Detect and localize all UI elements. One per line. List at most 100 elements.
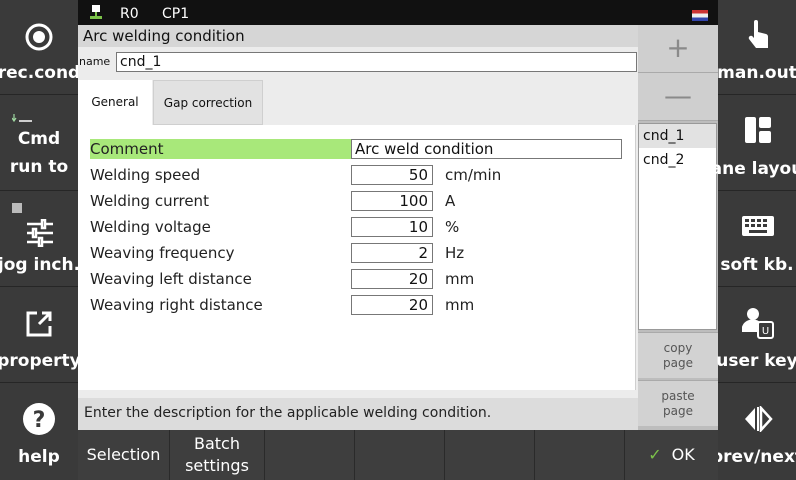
prev-next-label: prev/next <box>710 447 796 467</box>
pane-layout-label: ane layou <box>710 159 796 179</box>
ok-button[interactable]: ✓ OK <box>625 430 718 480</box>
language-flag-icon[interactable] <box>692 10 708 21</box>
welding-speed-label: Welding speed <box>90 166 201 184</box>
condition-list-panel: + — cnd_1 cnd_2 copy page paste page <box>638 25 718 430</box>
welding-voltage-row: Welding voltage 10 % <box>90 216 625 238</box>
paste-page-button[interactable]: paste page <box>638 380 718 426</box>
welding-voltage-field[interactable]: 10 <box>351 217 433 237</box>
welding-current-unit: A <box>445 192 456 210</box>
robot-icon <box>90 5 102 19</box>
weaving-right-distance-row: Weaving right distance 20 mm <box>90 294 625 316</box>
welding-speed-field[interactable]: 50 <box>351 165 433 185</box>
weaving-right-distance-unit: mm <box>445 296 475 314</box>
user-key-icon: U <box>742 308 774 339</box>
list-item-cnd-1[interactable]: cnd_1 <box>639 124 716 148</box>
add-condition-button[interactable]: + <box>638 25 718 73</box>
batch-settings-button[interactable]: Batch settings <box>170 430 265 480</box>
pane-layout-icon <box>745 117 771 143</box>
weaving-right-distance-field[interactable]: 20 <box>351 295 433 315</box>
copy-page-button[interactable]: copy page <box>638 332 718 378</box>
comment-label: Comment <box>90 139 351 159</box>
weaving-left-distance-field[interactable]: 20 <box>351 269 433 289</box>
settings-label: settings <box>185 456 249 475</box>
user-key-label: user key <box>716 351 796 371</box>
list-item-cnd-2[interactable]: cnd_2 <box>639 148 716 172</box>
pane-layout-button[interactable]: ane layou <box>711 96 796 191</box>
welding-current-row: Welding current 100 A <box>90 190 625 212</box>
weaving-left-distance-row: Weaving left distance 20 mm <box>90 268 625 290</box>
remove-condition-button[interactable]: — <box>638 73 718 121</box>
hand-pointer-icon <box>748 20 769 48</box>
welding-speed-unit: cm/min <box>445 166 502 184</box>
comment-field[interactable]: Arc weld condition <box>351 139 622 159</box>
welding-current-field[interactable]: 100 <box>351 191 433 211</box>
function-slot-5[interactable] <box>445 430 535 480</box>
selection-button[interactable]: Selection <box>78 430 170 480</box>
svg-text:U: U <box>762 326 769 337</box>
name-field[interactable] <box>116 52 637 72</box>
function-slot-4[interactable] <box>355 430 445 480</box>
left-panel: rec.cond Cmd run to jog inch. property ?… <box>0 0 81 480</box>
rec-cond-label: rec.cond <box>0 63 81 83</box>
property-label: property <box>0 351 81 371</box>
comment-row: Comment Arc weld condition <box>90 138 625 160</box>
jog-inch-button[interactable]: jog inch. <box>0 192 80 287</box>
run-to-label: run to <box>9 157 69 177</box>
rec-cond-button[interactable]: rec.cond <box>0 0 80 95</box>
weaving-frequency-row: Weaving frequency 2 Hz <box>90 242 625 264</box>
batch-label: Batch <box>194 434 240 453</box>
cmd-run-to-button[interactable]: Cmd run to <box>0 96 78 191</box>
paste-page-label: page <box>663 404 693 418</box>
weaving-left-distance-label: Weaving left distance <box>90 270 252 288</box>
general-tab-content: Comment Arc weld condition Welding speed… <box>78 125 636 390</box>
selection-label: Selection <box>86 445 161 464</box>
welding-current-label: Welding current <box>90 192 209 210</box>
keyboard-icon <box>742 216 774 236</box>
hint-bar: Enter the description for the applicable… <box>78 398 638 430</box>
welding-speed-row: Welding speed 50 cm/min <box>90 164 625 186</box>
copy-label: copy <box>663 341 693 355</box>
property-button[interactable]: property <box>0 288 81 383</box>
man-out-label: man.out <box>717 63 796 83</box>
record-icon <box>25 23 53 51</box>
weaving-right-distance-label: Weaving right distance <box>90 296 263 314</box>
open-external-icon <box>26 311 52 337</box>
soft-kb-button[interactable]: soft kb. <box>718 192 796 287</box>
paste-label: paste <box>661 389 695 403</box>
program-id: CP1 <box>162 6 190 22</box>
help-icon: ? <box>23 403 55 435</box>
weaving-frequency-field[interactable]: 2 <box>351 243 433 263</box>
right-panel: man.out ane layou soft kb. U user key pr… <box>711 0 796 480</box>
tab-gap-correction[interactable]: Gap correction <box>153 80 263 125</box>
status-bar: R0 CP1 <box>78 0 718 25</box>
copy-page-label: page <box>663 356 693 370</box>
robot-id: R0 <box>120 6 139 22</box>
function-slot-6[interactable] <box>535 430 625 480</box>
help-label: help <box>18 447 60 467</box>
ok-label: OK <box>671 445 695 464</box>
cmd-label: Cmd <box>17 129 61 149</box>
sliders-icon <box>27 219 53 247</box>
welding-voltage-unit: % <box>445 218 460 236</box>
arc-welding-condition-window: Arc welding condition name General Gap c… <box>78 25 638 430</box>
weaving-left-distance-unit: mm <box>445 270 475 288</box>
jog-inch-label: jog inch. <box>0 255 81 275</box>
condition-list: cnd_1 cnd_2 <box>638 123 717 330</box>
tab-general[interactable]: General <box>78 80 152 125</box>
name-label: name <box>79 55 111 68</box>
weaving-frequency-unit: Hz <box>445 244 465 262</box>
svg-text:?: ? <box>33 408 46 433</box>
checkbox-indicator <box>12 203 22 213</box>
window-title: Arc welding condition <box>78 25 638 47</box>
user-key-button[interactable]: U user key <box>716 288 796 383</box>
step-icon <box>12 114 32 123</box>
man-out-button[interactable]: man.out <box>717 0 796 95</box>
help-button[interactable]: ? help <box>0 384 78 479</box>
weaving-frequency-label: Weaving frequency <box>90 244 235 262</box>
soft-kb-label: soft kb. <box>720 255 794 275</box>
prev-next-icon <box>745 406 773 432</box>
prev-next-button[interactable]: prev/next <box>711 384 796 479</box>
check-icon: ✓ <box>648 445 662 464</box>
function-slot-3[interactable] <box>265 430 355 480</box>
bottom-bar: Selection Batch settings ✓ OK <box>78 430 718 480</box>
